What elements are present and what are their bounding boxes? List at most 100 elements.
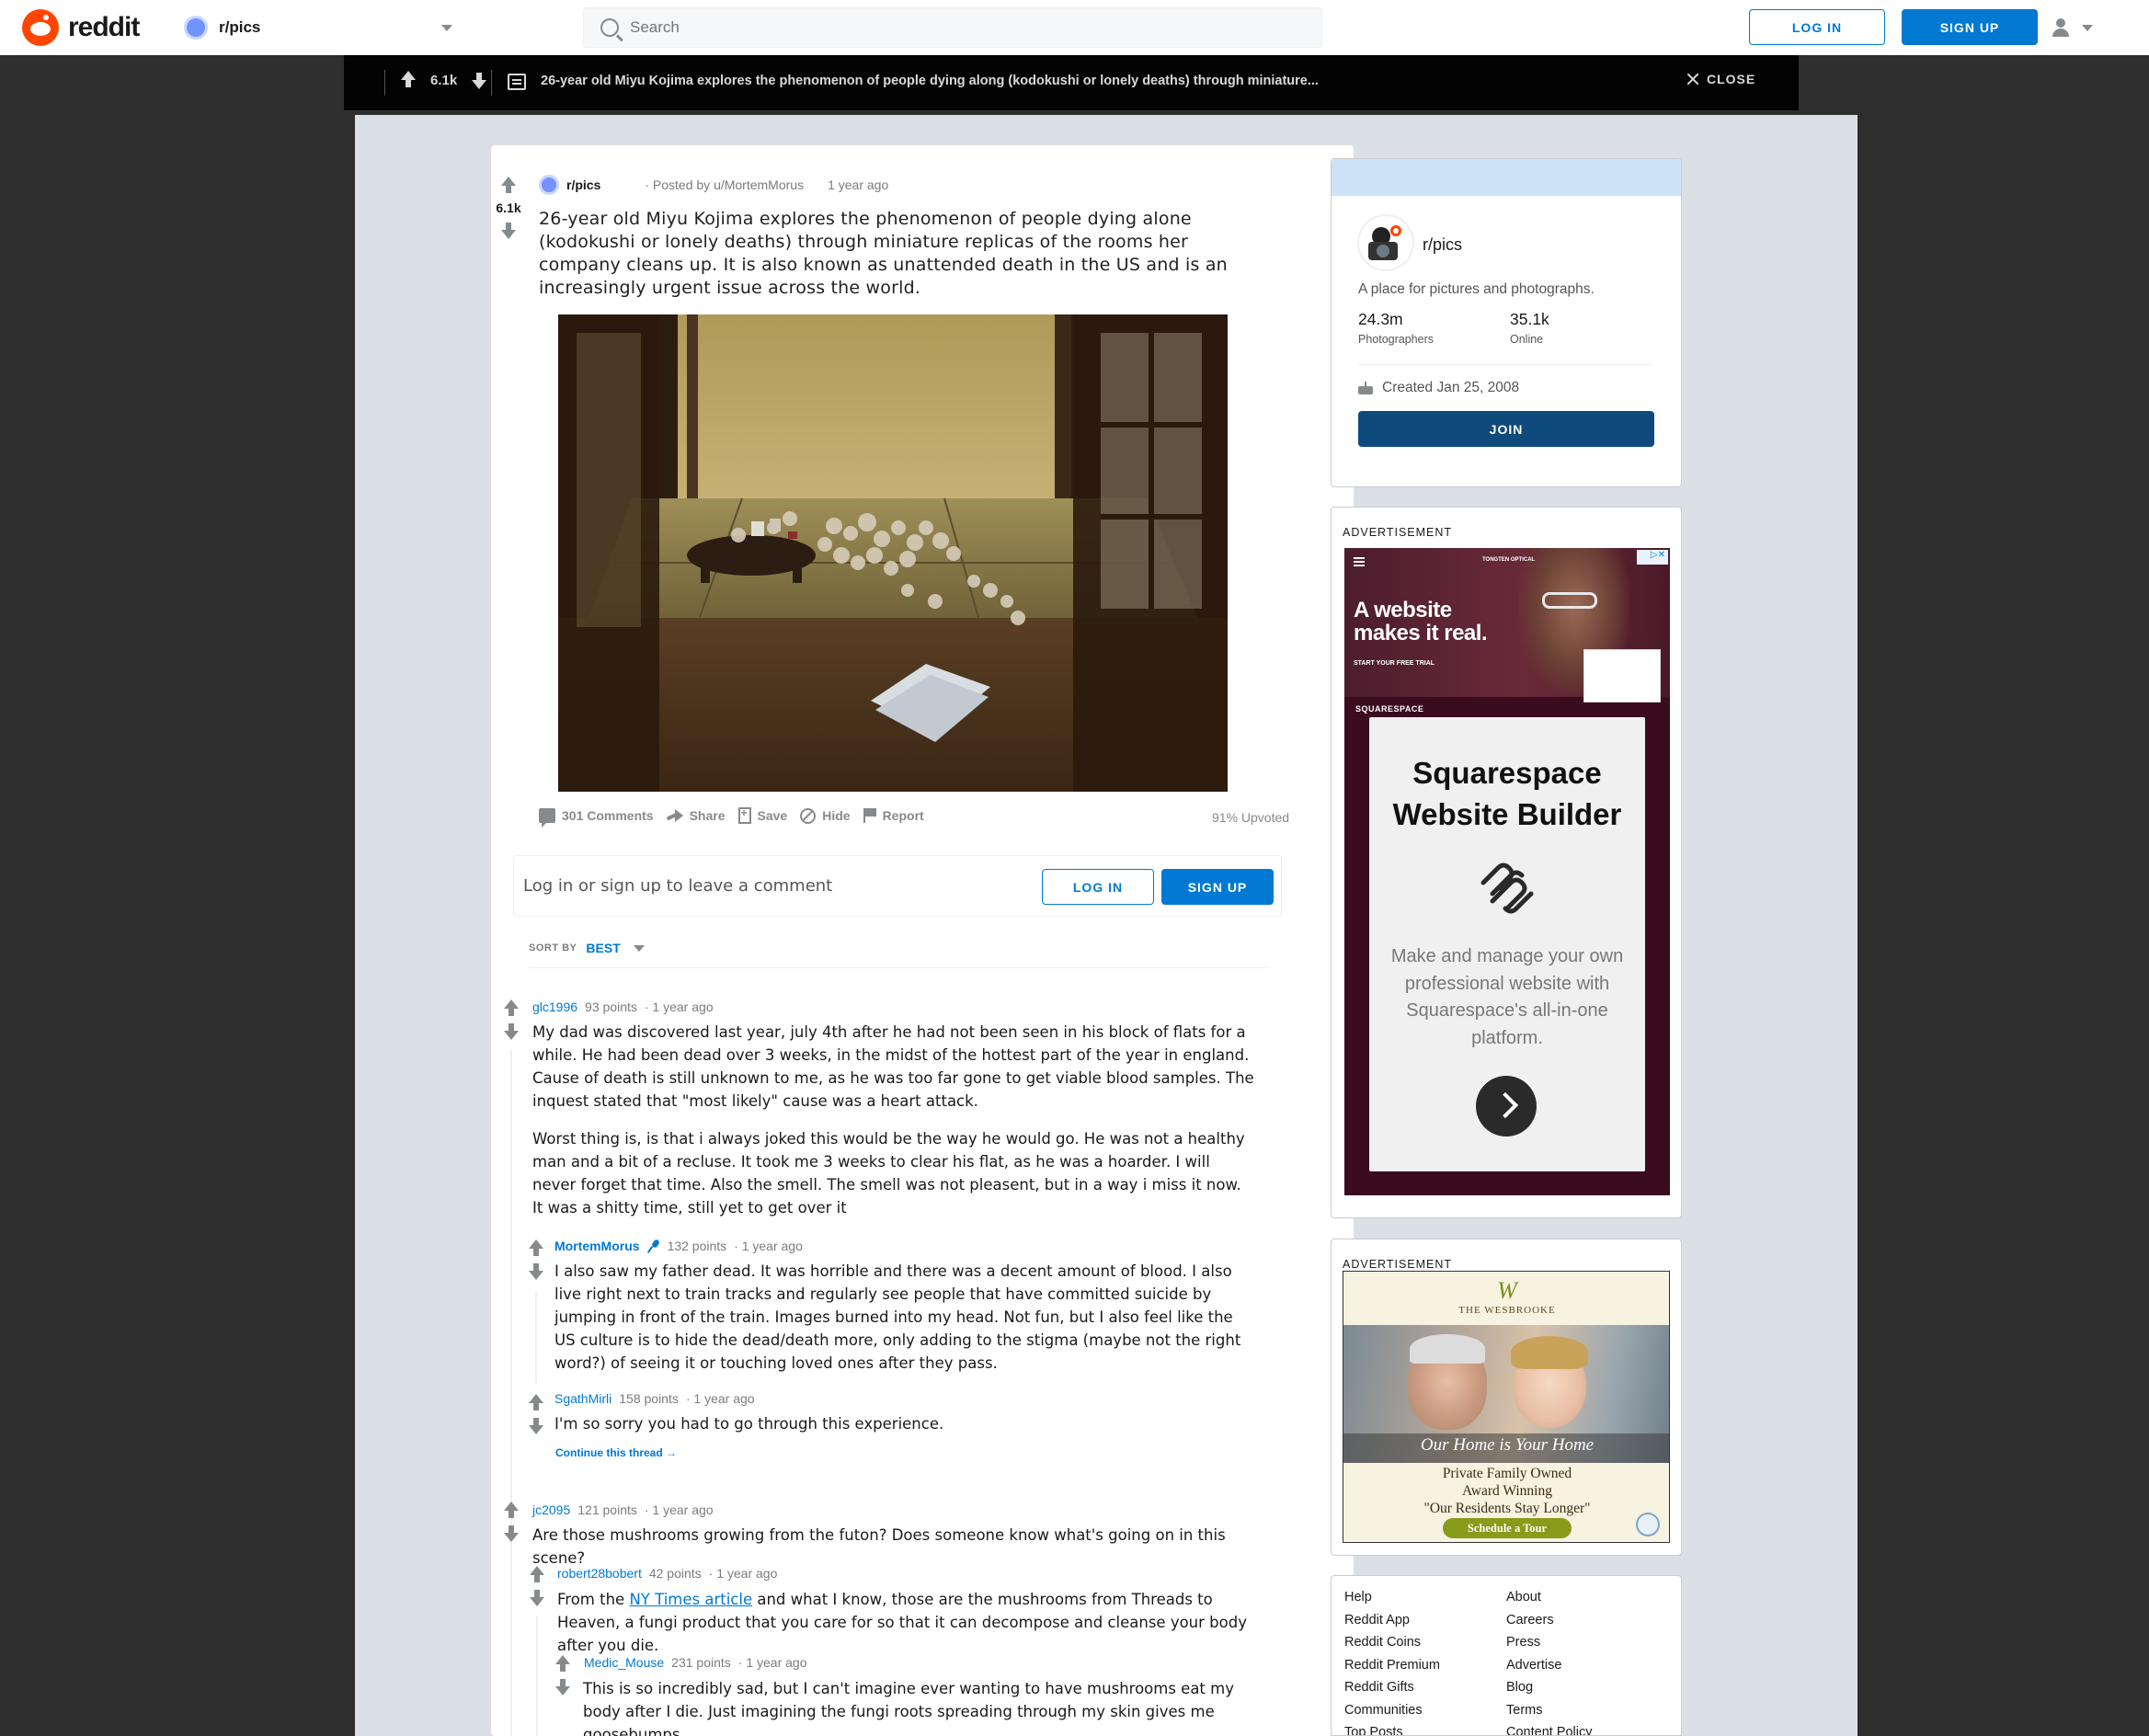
wesbrooke-ad[interactable]: W THE WESBROOKE Our Home is Your Home Pr…: [1343, 1271, 1670, 1543]
thread-line[interactable]: [535, 1291, 537, 1383]
comment-author[interactable]: MortemMorus: [554, 1239, 640, 1253]
comment-login-button[interactable]: LOG IN: [1042, 869, 1154, 905]
thread-line[interactable]: [510, 1050, 512, 1736]
reddit-snoo-icon: [22, 9, 59, 46]
upvote-icon[interactable]: [399, 71, 417, 89]
downvote-icon[interactable]: [470, 71, 488, 89]
ad-script-text: Our Home is Your Home: [1420, 1435, 1595, 1455]
reddit-logo[interactable]: reddit: [22, 9, 140, 46]
advertisement-card: ADVERTISEMENT W THE WESBROOKE Our Home i…: [1331, 1239, 1682, 1556]
postbar-title: 26-year old Miyu Kojima explores the phe…: [541, 74, 1319, 88]
header-signup-button[interactable]: SIGN UP: [1902, 9, 2038, 45]
upvote-icon[interactable]: [528, 1566, 546, 1584]
comment-header: Medic_Mouse 231 points · 1 year ago: [584, 1655, 806, 1670]
save-label: Save: [757, 808, 788, 823]
upvote-icon[interactable]: [502, 1502, 520, 1520]
comment-votes: [554, 1655, 572, 1696]
comment-points: 132 points: [667, 1239, 727, 1253]
user-menu[interactable]: [2051, 13, 2106, 42]
comment-author[interactable]: jc2095: [532, 1502, 570, 1517]
footer-link[interactable]: Reddit App: [1344, 1612, 1440, 1629]
upvote-icon[interactable]: [527, 1239, 545, 1258]
upvote-icon[interactable]: [527, 1394, 545, 1412]
close-label: CLOSE: [1707, 72, 1756, 86]
adchoices-icon[interactable]: ▷✕: [1637, 550, 1668, 565]
chevron-right-icon[interactable]: [1476, 1076, 1537, 1136]
microphone-icon: [647, 1239, 660, 1252]
comment-author[interactable]: SgathMirli: [554, 1391, 612, 1406]
downvote-icon[interactable]: [528, 1588, 546, 1606]
footer-link[interactable]: Careers: [1506, 1612, 1593, 1629]
downvote-icon[interactable]: [527, 1262, 545, 1280]
comment-author[interactable]: robert28bobert: [557, 1566, 642, 1581]
post-image[interactable]: [558, 314, 1228, 792]
upvote-icon[interactable]: [502, 999, 520, 1018]
posted-by[interactable]: · Posted by u/MortemMorus: [645, 177, 804, 192]
comment-author[interactable]: glc1996: [532, 999, 577, 1014]
footer-link[interactable]: Blog: [1506, 1679, 1593, 1696]
sort-selector[interactable]: SORT BY BEST: [529, 941, 645, 955]
upvote-icon[interactable]: [499, 177, 518, 195]
postbar-score: 6.1k: [430, 72, 458, 88]
search-input[interactable]: [630, 18, 1274, 37]
thread-line[interactable]: [536, 1616, 538, 1736]
save-button[interactable]: Save: [737, 806, 788, 824]
footer-link[interactable]: Advertise: [1506, 1657, 1593, 1674]
footer-link[interactable]: Press: [1506, 1634, 1593, 1651]
join-button[interactable]: JOIN: [1358, 411, 1654, 447]
subreddit-link[interactable]: r/pics: [566, 177, 600, 192]
ad-description: Make and manage your own professional we…: [1390, 946, 1624, 1048]
downvote-icon[interactable]: [554, 1677, 572, 1696]
footer-link[interactable]: Content Policy: [1506, 1724, 1593, 1735]
chevron-down-icon: [2082, 24, 2093, 31]
comment-signup-button[interactable]: SIGN UP: [1161, 869, 1274, 905]
footer-link[interactable]: Communities: [1344, 1702, 1440, 1719]
close-button[interactable]: CLOSE: [1686, 72, 1755, 86]
nytimes-article-link[interactable]: NY Times article: [629, 1591, 752, 1608]
schedule-tour-button[interactable]: Schedule a Tour: [1443, 1518, 1572, 1538]
comments-button[interactable]: 301 Comments: [539, 808, 654, 828]
comment-body: My dad was discovered last year, july 4t…: [532, 1021, 1254, 1234]
continue-thread-link[interactable]: Continue this thread →: [555, 1446, 677, 1459]
comment-author[interactable]: Medic_Mouse: [584, 1655, 664, 1670]
share-icon: [667, 809, 683, 822]
search-bar[interactable]: [583, 7, 1322, 48]
comment-time: · 1 year ago: [644, 1502, 714, 1517]
ad-text: Private Family Owned Award Winning "Our …: [1343, 1465, 1669, 1517]
footer-link[interactable]: Reddit Premium: [1344, 1657, 1440, 1674]
footer-link[interactable]: Help: [1344, 1589, 1440, 1606]
downvote-icon[interactable]: [499, 221, 518, 239]
share-button[interactable]: Share: [667, 808, 726, 823]
footer-link[interactable]: Top Posts: [1344, 1724, 1440, 1735]
sort-value: BEST: [586, 941, 621, 955]
ad-label: ADVERTISEMENT: [1343, 526, 1453, 539]
hide-icon: [800, 807, 817, 824]
ad-mini-screenshot: [1583, 649, 1661, 702]
community-name[interactable]: r/pics: [1423, 235, 1462, 255]
comment-body: From the NY Times article and what I kno…: [557, 1588, 1247, 1657]
squarespace-ad[interactable]: ▷✕ TONGTEN OPTICAL A website makes it re…: [1344, 548, 1670, 1195]
comment-body: Are those mushrooms growing from the fut…: [532, 1526, 1226, 1567]
upvote-icon[interactable]: [554, 1655, 572, 1673]
bookmark-icon: [737, 806, 751, 824]
comment-header: SgathMirli 158 points · 1 year ago: [554, 1391, 755, 1406]
header-login-button[interactable]: LOG IN: [1749, 9, 1885, 45]
footer-link[interactable]: Reddit Coins: [1344, 1634, 1440, 1651]
downvote-icon[interactable]: [502, 1524, 520, 1542]
comment-paragraph: My dad was discovered last year, july 4t…: [532, 1023, 1254, 1110]
downvote-icon[interactable]: [502, 1022, 520, 1040]
downvote-icon[interactable]: [527, 1416, 545, 1434]
postbar-votes: 6.1k: [399, 71, 488, 89]
comment-header: MortemMorus 132 points · 1 year ago: [554, 1239, 803, 1253]
ad-title: Squarespace Website Builder: [1392, 756, 1622, 831]
footer-link[interactable]: Terms: [1506, 1702, 1593, 1719]
footer-link[interactable]: About: [1506, 1589, 1593, 1606]
comment-votes: [527, 1239, 545, 1280]
camera-snoo-icon: [1360, 217, 1412, 268]
report-button[interactable]: Report: [863, 808, 924, 823]
footer-link[interactable]: Reddit Gifts: [1344, 1679, 1440, 1696]
comment-points: 93 points: [585, 999, 637, 1014]
hide-button[interactable]: Hide: [800, 807, 851, 824]
post-vote-column: 6.1k: [495, 177, 522, 239]
community-selector[interactable]: r/pics: [180, 9, 465, 46]
